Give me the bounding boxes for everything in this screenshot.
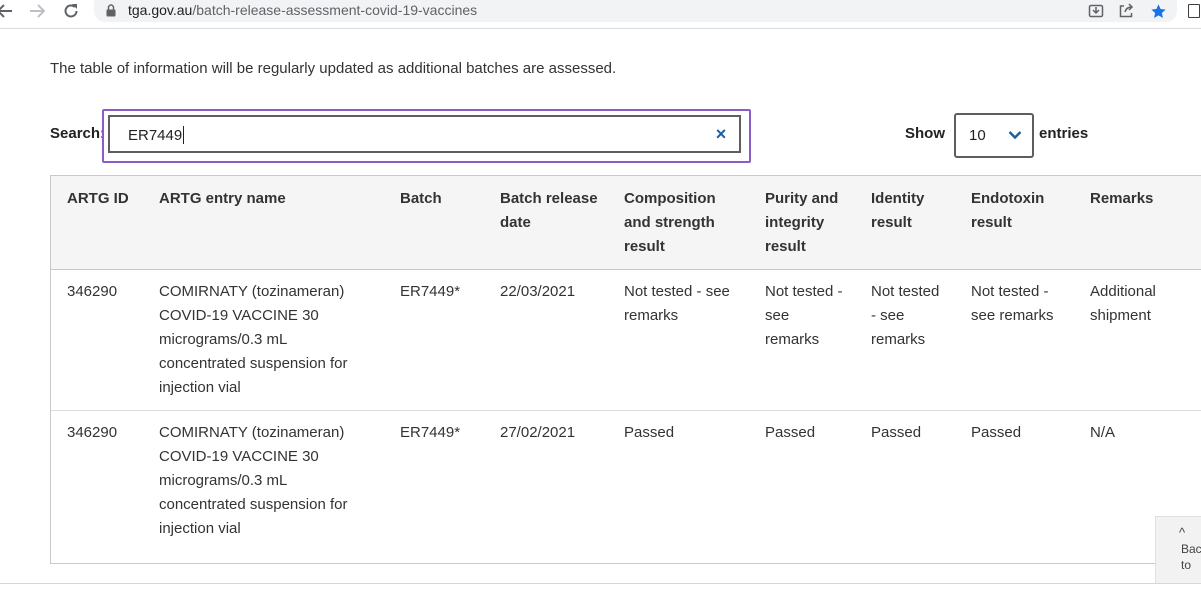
url-text: tga.gov.au/batch-release-assessment-covi… xyxy=(128,2,478,18)
table-row: 346290 COMIRNATY (tozinameran) COVID-19 … xyxy=(51,269,1201,411)
column-header-artg-entry-name[interactable]: ARTG entry name xyxy=(143,176,384,270)
address-bar[interactable]: tga.gov.au/batch-release-assessment-covi… xyxy=(94,0,1177,22)
column-header-endotoxin[interactable]: Endotoxin result xyxy=(955,176,1074,270)
cell-batch-release-date: 27/02/2021 xyxy=(500,424,576,441)
back-to-top-button[interactable]: ^ Bac to xyxy=(1155,516,1201,584)
lock-icon xyxy=(106,4,116,17)
back-to-top-label: Bac to xyxy=(1181,542,1201,572)
entries-label: entries xyxy=(1039,125,1089,142)
column-header-composition-strength[interactable]: Composition and strength result xyxy=(608,176,749,270)
results-table: ARTG ID ARTG entry name Batch Batch rele… xyxy=(51,176,1201,551)
cell-artg-entry-name: COMIRNATY (tozinameran) COVID-19 VACCINE… xyxy=(159,424,348,537)
search-label: Search: xyxy=(50,125,106,142)
forward-arrow-icon[interactable] xyxy=(26,0,48,22)
cell-purity-integrity: Passed xyxy=(765,424,816,441)
column-header-purity-integrity[interactable]: Purity and integrity result xyxy=(749,176,855,270)
results-table-container: ARTG ID ARTG entry name Batch Batch rele… xyxy=(50,175,1201,564)
column-header-batch[interactable]: Batch xyxy=(384,176,484,270)
table-row: 346290 COMIRNATY (tozinameran) COVID-19 … xyxy=(51,411,1201,552)
cell-batch: ER7449* xyxy=(384,269,484,411)
install-app-icon[interactable] xyxy=(1086,1,1106,21)
browser-toolbar: tga.gov.au/batch-release-assessment-covi… xyxy=(0,0,1201,29)
column-header-batch-release-date[interactable]: Batch release date xyxy=(484,176,608,270)
chevron-up-icon: ^ xyxy=(1179,525,1186,540)
back-arrow-icon[interactable] xyxy=(0,0,16,22)
cell-batch: ER7449* xyxy=(400,424,461,441)
reload-icon[interactable] xyxy=(60,0,82,22)
column-header-identity[interactable]: Identity result xyxy=(855,176,955,270)
footer-divider xyxy=(0,583,1201,584)
cell-endotoxin: Passed xyxy=(971,424,1022,441)
cell-artg-id: 346290 xyxy=(51,269,143,411)
entries-select-value: 10 xyxy=(969,127,986,144)
search-input[interactable] xyxy=(128,125,688,145)
cell-remarks: Additional shipment xyxy=(1074,269,1201,411)
search-box[interactable]: × xyxy=(108,115,741,153)
intro-text: The table of information will be regular… xyxy=(50,60,617,77)
cell-identity: Not tested - see remarks xyxy=(855,269,955,411)
table-header-row: ARTG ID ARTG entry name Batch Batch rele… xyxy=(51,176,1201,270)
cell-composition-strength: Passed xyxy=(624,424,675,441)
column-header-artg-id[interactable]: ARTG ID xyxy=(51,176,143,270)
clear-search-icon[interactable]: × xyxy=(712,125,730,143)
cell-artg-id: 346290 xyxy=(67,424,118,441)
cell-identity: Passed xyxy=(871,424,922,441)
cell-batch-release-date: 22/03/2021 xyxy=(484,269,608,411)
cell-purity-integrity: Not tested - see remarks xyxy=(749,269,855,411)
cell-endotoxin: Not tested - see remarks xyxy=(955,269,1074,411)
cell-composition-strength: Not tested - see remarks xyxy=(608,269,749,411)
column-header-remarks[interactable]: Remarks xyxy=(1074,176,1201,270)
entries-select[interactable]: 10 xyxy=(954,113,1034,158)
text-caret xyxy=(183,126,184,144)
show-label: Show xyxy=(905,125,945,142)
bookmark-star-icon[interactable] xyxy=(1148,1,1168,21)
tab-search-icon[interactable] xyxy=(1188,4,1200,18)
cell-artg-entry-name: COMIRNATY (tozinameran) COVID-19 VACCINE… xyxy=(143,269,384,411)
chevron-down-icon xyxy=(1008,131,1022,140)
search-focus-ring: × xyxy=(102,109,751,163)
share-icon[interactable] xyxy=(1116,1,1136,21)
